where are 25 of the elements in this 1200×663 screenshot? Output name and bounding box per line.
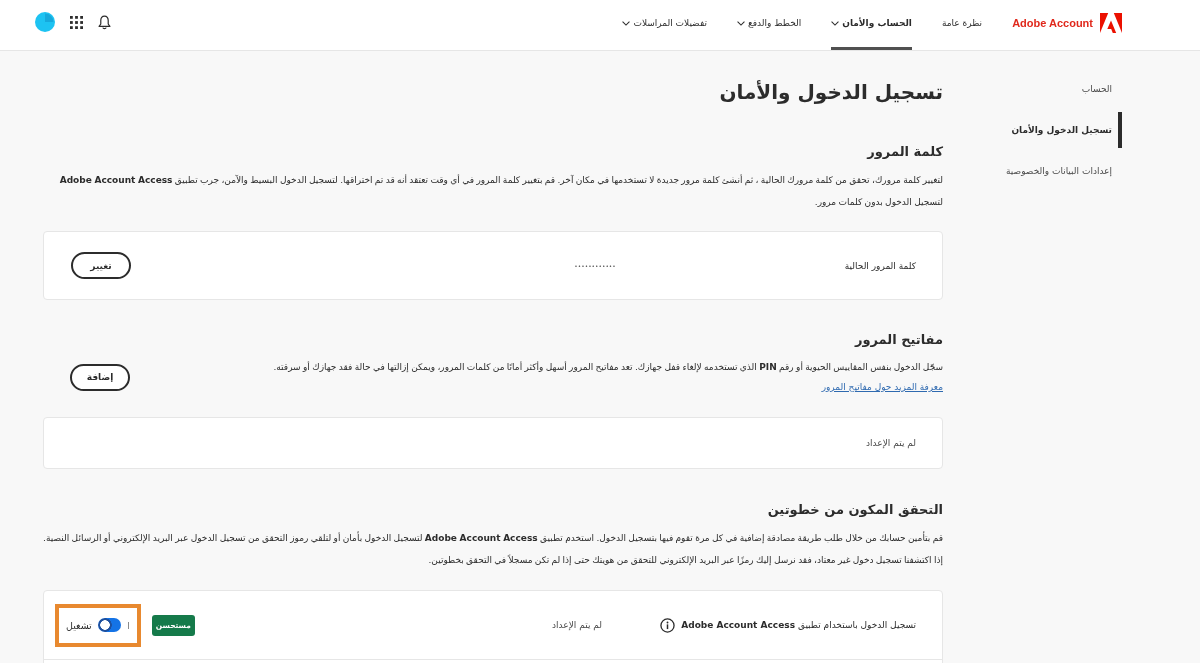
sidebar-item[interactable]: إعدادات البيانات والخصوصية [943,153,1122,189]
apps-grid-icon[interactable] [70,15,83,29]
nav-tab[interactable]: الحساب والأمان [831,0,912,50]
brand-name: Adobe Account [1012,17,1093,29]
status-text: لم يتم الإعداد [866,438,916,448]
learn-more-link[interactable]: معرفة المزيد حول مفاتيح المرور [821,377,943,397]
bell-icon[interactable] [98,14,111,30]
avatar-icon[interactable] [35,12,55,32]
toggle-switch[interactable] [97,618,121,632]
add-button[interactable]: إضافة [70,363,130,391]
nav-tab[interactable]: الخطط والدفع [737,0,802,50]
field-label: كلمة المرور الحالية [843,260,916,271]
status-text: لم يتم الإعداد [551,620,602,630]
sidebar-item[interactable]: الحساب [943,71,1122,107]
nav-tab[interactable]: نظرة عامة [941,0,983,50]
info-icon[interactable] [660,617,676,633]
change-button[interactable]: تغيير [71,252,131,279]
page-title: تسجيل الدخول والأمان [718,79,943,106]
toggle-label: تشغيل [66,619,92,631]
section-heading: التحقق المكون من خطوتين [766,501,943,519]
nav-tab[interactable]: تفضيلات المراسلات [622,0,707,50]
logo-icon[interactable] [1100,13,1122,33]
sidebar-item[interactable]: تسجيل الدخول والأمان [943,112,1122,148]
section-heading: مفاتيح المرور [853,331,943,349]
section-heading: كلمة المرور [865,143,943,161]
